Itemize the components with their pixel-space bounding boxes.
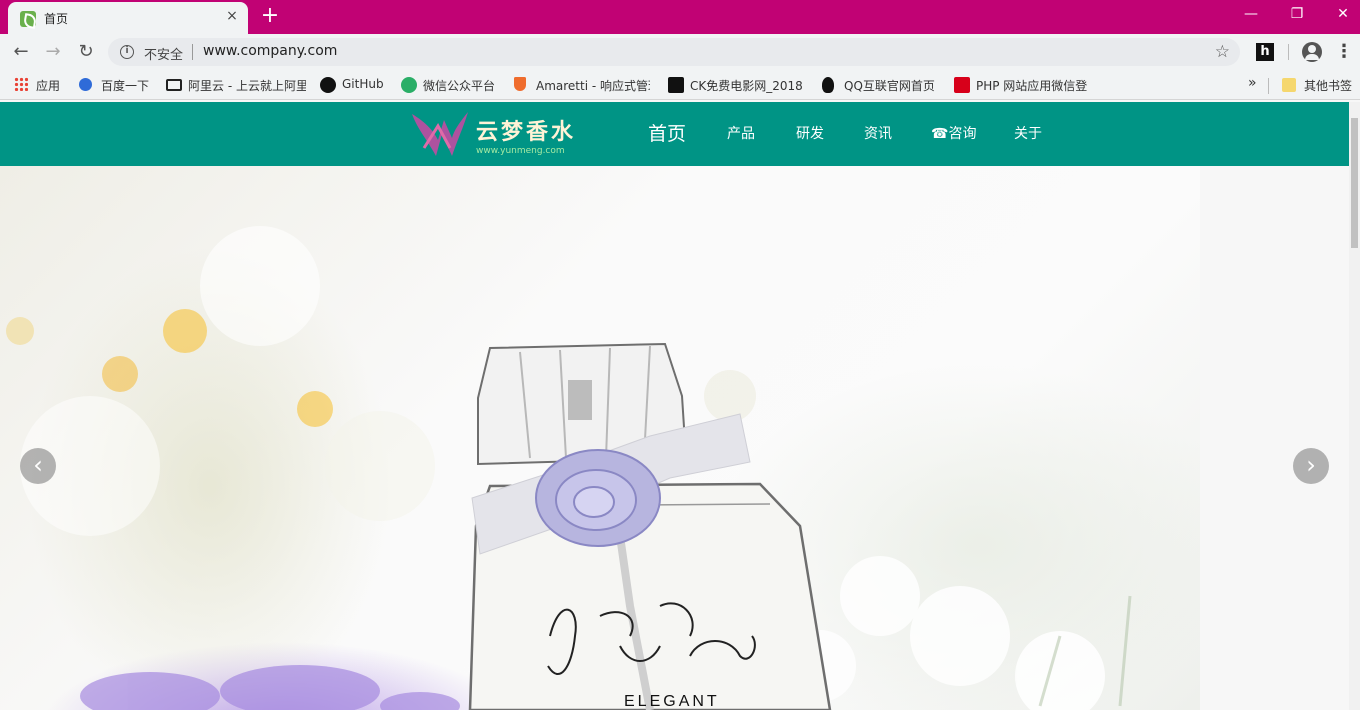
divider — [1288, 44, 1289, 60]
bookmark-baidu[interactable]: 百度一下 — [79, 76, 157, 94]
bookmark-label: 百度一下 — [101, 79, 150, 93]
close-icon[interactable]: × — [224, 8, 240, 24]
minimize-button[interactable]: — — [1228, 0, 1274, 30]
bookmarks-bar: 应用 百度一下 阿里云 - 上云就上阿里 GitHub 微信公众平台 Amare… — [0, 70, 1360, 100]
ck-icon — [668, 77, 684, 93]
perfume-bottle-illustration: ELEGANT — [6, 226, 1132, 710]
bookmark-label: 微信公众平台 — [423, 79, 496, 93]
bookmark-github[interactable]: GitHub — [320, 76, 390, 94]
bookmark-apps[interactable]: 应用 — [14, 76, 70, 94]
nav-news[interactable]: 资讯 — [864, 102, 892, 166]
extension-h-icon[interactable]: h — [1256, 43, 1274, 61]
brand-url: www.yunmeng.com — [476, 146, 565, 156]
bookmark-star-icon[interactable]: ☆ — [1215, 42, 1230, 62]
profile-avatar-icon[interactable] — [1302, 42, 1322, 62]
window-close-button[interactable]: ✕ — [1320, 0, 1360, 30]
divider — [192, 44, 193, 60]
php-c-icon — [954, 77, 970, 93]
tab-title: 首页 — [44, 12, 69, 26]
bookmark-php[interactable]: PHP 网站应用微信登 — [954, 76, 1090, 94]
scrollbar-thumb[interactable] — [1351, 118, 1358, 248]
qq-penguin-icon — [822, 77, 834, 93]
back-button[interactable]: ← — [9, 40, 33, 64]
forward-button[interactable]: → — [41, 40, 65, 64]
page-scrollbar[interactable] — [1349, 102, 1360, 710]
aliyun-icon — [166, 79, 182, 91]
nav-products[interactable]: 产品 — [727, 102, 755, 166]
page-right-gutter — [1200, 166, 1349, 710]
nav-research[interactable]: 研发 — [796, 102, 824, 166]
bookmark-label: QQ互联官网首页 — [844, 79, 935, 93]
browser-tab[interactable]: 首页 × — [8, 2, 248, 34]
browser-toolbar: ← → ↻ i 不安全 www.company.com ☆ h ⋮ — [0, 34, 1360, 70]
folder-icon — [1282, 78, 1296, 92]
bookmark-ck[interactable]: CK免费电影网_2018 — [668, 76, 804, 94]
url-text[interactable]: www.company.com — [203, 43, 337, 59]
bookmark-aliyun[interactable]: 阿里云 - 上云就上阿里 — [166, 76, 306, 94]
logo-mark-icon — [412, 112, 468, 156]
bookmark-label: Amaretti - 响应式管理 — [536, 79, 650, 93]
nav-consult[interactable]: ☎咨询 — [931, 102, 976, 166]
nav-home[interactable]: 首页 — [648, 102, 686, 166]
browser-title-bar: 首页 × + — ❐ ✕ — [0, 0, 1360, 34]
reload-button[interactable]: ↻ — [74, 40, 98, 64]
bottle-label-text: ELEGANT — [624, 693, 720, 710]
hero-carousel-image: ELEGANT — [0, 166, 1200, 710]
bookmark-label: PHP 网站应用微信登 — [976, 79, 1088, 93]
carousel-prev-button[interactable]: ‹ — [20, 448, 56, 484]
new-tab-button[interactable]: + — [258, 5, 282, 29]
browser-menu-icon[interactable]: ⋮ — [1334, 42, 1354, 62]
bookmark-qq[interactable]: QQ互联官网首页 — [822, 76, 940, 94]
bookmark-label: 其他书签 — [1304, 79, 1353, 93]
bookmark-other-folder[interactable]: 其他书签 — [1282, 76, 1356, 94]
address-bar[interactable]: i 不安全 www.company.com ☆ — [108, 38, 1240, 66]
divider — [1268, 78, 1269, 94]
apps-grid-icon — [14, 77, 28, 91]
bookmarks-overflow-button[interactable]: » — [1248, 75, 1257, 91]
bookmark-label: CK免费电影网_2018 — [690, 79, 803, 93]
bookmark-label: 应用 — [36, 79, 61, 93]
bookmark-label: 阿里云 - 上云就上阿里 — [188, 79, 306, 93]
restore-button[interactable]: ❐ — [1274, 0, 1320, 30]
baidu-paw-icon — [79, 78, 92, 91]
amaretti-icon — [514, 77, 526, 91]
leaf-favicon-icon — [20, 11, 36, 27]
info-icon[interactable]: i — [120, 45, 134, 59]
brand-name: 云梦香水 — [476, 119, 577, 145]
site-logo[interactable]: 云梦香水 www.yunmeng.com — [408, 108, 588, 162]
carousel-next-button[interactable]: › — [1293, 448, 1329, 484]
security-label[interactable]: 不安全 — [144, 44, 183, 63]
bookmark-label: GitHub — [342, 77, 384, 91]
wechat-icon — [401, 77, 417, 93]
github-icon — [320, 77, 336, 93]
nav-about[interactable]: 关于 — [1014, 102, 1042, 166]
bookmark-wechat[interactable]: 微信公众平台 — [401, 76, 501, 94]
site-header: 云梦香水 www.yunmeng.com 首页 产品 研发 资讯 ☎咨询 关于 — [0, 102, 1349, 166]
bookmark-amaretti[interactable]: Amaretti - 响应式管理 — [514, 76, 650, 94]
